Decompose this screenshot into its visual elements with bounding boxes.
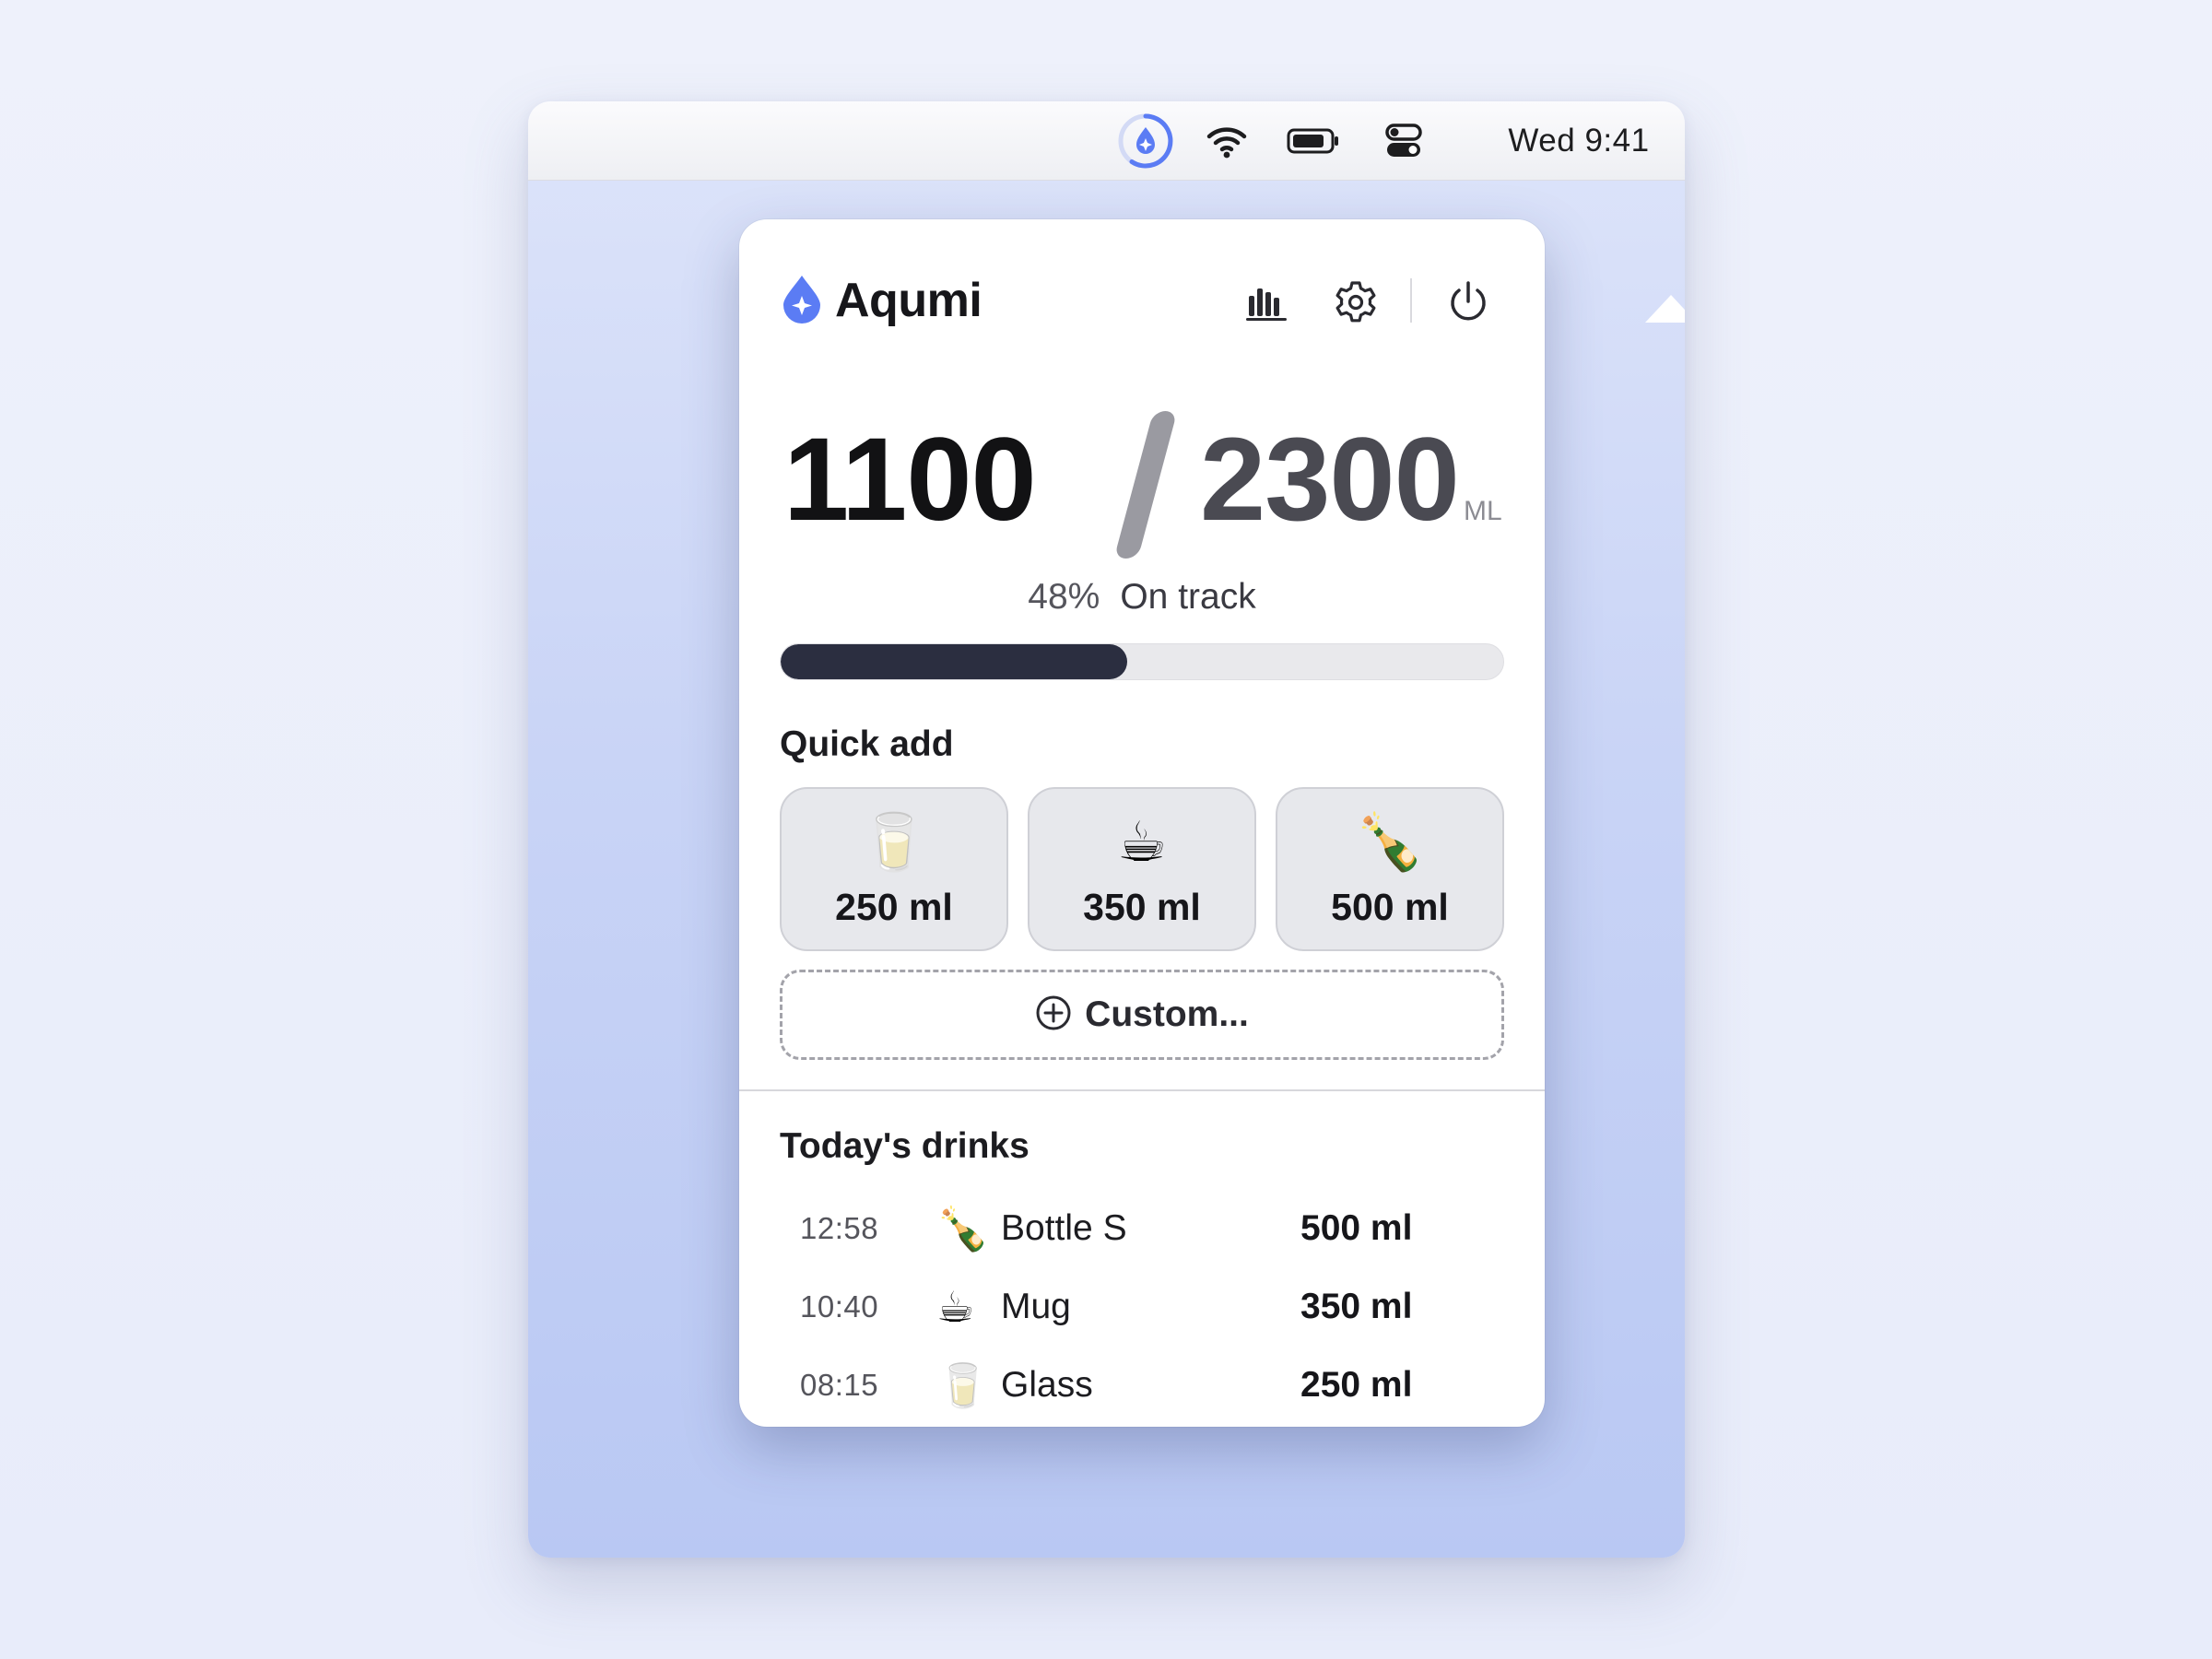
bottle-icon: 🍾 bbox=[1355, 810, 1425, 873]
wifi-icon[interactable] bbox=[1199, 101, 1254, 181]
quick-add-amount: 350 ml bbox=[1083, 885, 1201, 928]
custom-amount-label: Custom... bbox=[1085, 994, 1249, 1034]
aqumi-logo-icon bbox=[780, 274, 824, 328]
drink-row[interactable]: 12:58 🍾 Bottle S 500 ml bbox=[780, 1196, 1504, 1261]
menu-bar: Wed 9:41 bbox=[528, 101, 1685, 181]
aqumi-status-icon[interactable] bbox=[1112, 101, 1179, 181]
stats-chart-icon[interactable] bbox=[1241, 276, 1292, 328]
gear-icon[interactable] bbox=[1330, 276, 1382, 328]
custom-amount-button[interactable]: Custom... bbox=[780, 970, 1504, 1060]
intake-status-label: On track bbox=[1120, 577, 1256, 617]
mug-icon: ☕ bbox=[1117, 810, 1167, 873]
todays-drinks-title: Today's drinks bbox=[780, 1126, 1030, 1166]
drink-name: Bottle S bbox=[1001, 1208, 1127, 1248]
header-separator bbox=[1410, 278, 1412, 323]
intake-current: 1100 bbox=[783, 414, 1037, 546]
quick-add-amount: 500 ml bbox=[1331, 885, 1449, 928]
app-name: Aqumi bbox=[835, 274, 982, 327]
intake-progress-bar bbox=[780, 643, 1504, 680]
drink-amount: 350 ml bbox=[1300, 1287, 1413, 1326]
app-brand: Aqumi bbox=[780, 273, 982, 328]
quick-add-500-button[interactable]: 🍾 500 ml bbox=[1276, 787, 1504, 951]
drink-row[interactable]: 10:40 ☕ Mug 350 ml bbox=[780, 1275, 1504, 1339]
section-divider bbox=[739, 1089, 1545, 1091]
glass-icon: 🥛 bbox=[859, 810, 929, 873]
control-center-icon[interactable] bbox=[1376, 101, 1431, 181]
mug-icon: ☕ bbox=[936, 1283, 975, 1331]
plus-circle-icon bbox=[1035, 994, 1072, 1036]
intake-status: 48% On track bbox=[739, 577, 1545, 618]
popover-caret bbox=[1645, 295, 1685, 323]
bottle-icon: 🍾 bbox=[936, 1205, 990, 1253]
quick-add-250-button[interactable]: 🥛 250 ml bbox=[780, 787, 1008, 951]
quick-add-350-button[interactable]: ☕ 350 ml bbox=[1028, 787, 1256, 951]
menu-bar-clock: Wed 9:41 bbox=[1508, 123, 1650, 159]
quick-add-title: Quick add bbox=[780, 724, 954, 764]
drink-amount: 250 ml bbox=[1300, 1365, 1413, 1405]
glass-icon: 🥛 bbox=[936, 1361, 990, 1409]
aqumi-popover: Aqumi 1100 2300 ML 48% On track Quick ad… bbox=[739, 219, 1545, 1427]
drink-amount: 500 ml bbox=[1300, 1208, 1413, 1248]
quick-add-amount: 250 ml bbox=[835, 885, 953, 928]
intake-unit: ML bbox=[1464, 496, 1502, 526]
drink-time: 12:58 bbox=[800, 1211, 879, 1245]
drink-time: 10:40 bbox=[800, 1289, 879, 1324]
intake-progress-fill bbox=[781, 644, 1128, 679]
intake-percent: 48% bbox=[1028, 577, 1100, 617]
drink-time: 08:15 bbox=[800, 1368, 879, 1402]
battery-icon[interactable] bbox=[1284, 101, 1343, 181]
drink-name: Glass bbox=[1001, 1365, 1093, 1405]
intake-goal: 2300 bbox=[1200, 414, 1460, 546]
power-icon[interactable] bbox=[1442, 276, 1494, 328]
intake-slash bbox=[1113, 411, 1178, 559]
drink-name: Mug bbox=[1001, 1287, 1071, 1326]
drink-row[interactable]: 08:15 🥛 Glass 250 ml bbox=[780, 1353, 1504, 1418]
